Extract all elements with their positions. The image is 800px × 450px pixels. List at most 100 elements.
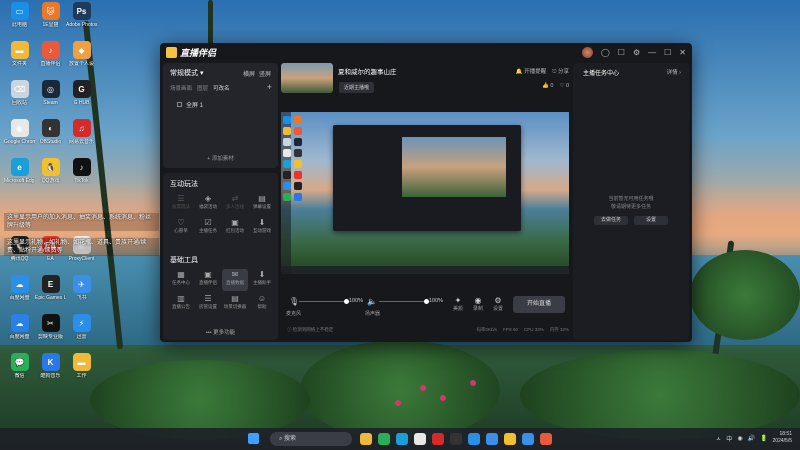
volume-icon[interactable]: 🔊	[748, 435, 755, 442]
explorer-icon[interactable]	[360, 433, 372, 445]
douyin-icon[interactable]	[504, 433, 516, 445]
network-icon[interactable]: ◉	[737, 435, 742, 442]
desktop-icon[interactable]: E Epic Games Launcher	[35, 275, 66, 314]
tool-button[interactable]: ▥ 直播公告	[168, 293, 194, 315]
tool-button[interactable]: ☰ 投票玩法	[168, 193, 194, 215]
speaker-icon[interactable]: 🔈	[367, 297, 377, 306]
tab-scene[interactable]: 场景画面	[170, 84, 192, 92]
tool-button[interactable]: ◈ 福袋活动	[195, 193, 221, 215]
task-center-title: 主播任务中心	[583, 71, 620, 77]
room-cover-thumbnail[interactable]	[281, 63, 333, 93]
start-live-button[interactable]: 开始直播	[513, 296, 565, 313]
settings-icon[interactable]: ⚙	[633, 48, 640, 57]
close-button[interactable]: ✕	[679, 48, 686, 57]
windows-start-button[interactable]	[248, 433, 259, 444]
desktop-icon[interactable]: ✈ 飞书	[66, 275, 97, 314]
netease-icon[interactable]	[432, 433, 444, 445]
room-name[interactable]: 夏和威尔的趣事山庄	[338, 66, 397, 76]
desktop-icon[interactable]: ♪ TikTok	[66, 158, 97, 197]
settings-button[interactable]: ⚙ 设置	[493, 296, 503, 312]
desktop-icon[interactable]: Ps Adobe Photoshop	[66, 2, 97, 41]
tool-button[interactable]: ✉ 直播数据	[222, 269, 248, 291]
tool-button[interactable]: ▦ 任务中心	[168, 269, 194, 291]
desktop-icon[interactable]: ▭ 此电脑	[4, 2, 35, 41]
mic-volume-slider[interactable]	[299, 299, 349, 304]
task-center-details-link[interactable]: 详情 ›	[667, 68, 681, 76]
desktop-icon[interactable]: ▬ 文件夹	[4, 41, 35, 80]
portrait-toggle[interactable]: 竖屏	[259, 69, 271, 78]
desktop-icon[interactable]: e Microsoft Edge	[4, 158, 35, 197]
live-preview[interactable]	[281, 112, 569, 274]
battery-icon[interactable]: 🔋	[760, 435, 767, 442]
tool-button[interactable]: ▤ 场景切换器	[222, 293, 248, 315]
message-icon[interactable]: ☐	[618, 48, 625, 57]
desktop-icon[interactable]: ◐ OBStudio	[35, 119, 66, 158]
minimize-button[interactable]: —	[648, 48, 656, 57]
more-features-button[interactable]: ••• 更多功能	[163, 328, 278, 336]
tab-rename[interactable]: 可改名	[213, 84, 230, 92]
desktop-icon[interactable]: G G HUB	[66, 80, 97, 119]
tool-button[interactable]: ♡ 心愿单	[168, 217, 194, 239]
app-icon: ▭	[10, 2, 29, 20]
add-source-button[interactable]: + 添加素材	[163, 154, 278, 162]
tool-label: 直播数据	[226, 280, 244, 285]
checkbox-icon[interactable]	[177, 102, 182, 107]
tool-button[interactable]: ▣ 直播伴侣	[195, 269, 221, 291]
tool-button[interactable]: ⬇ 主播助手	[249, 269, 275, 291]
desktop-icon[interactable]: ◎ Steam	[35, 80, 66, 119]
ime-indicator[interactable]: 中	[726, 434, 732, 443]
desktop-icon[interactable]: ◉ Google Chrome	[4, 119, 35, 158]
scene-item[interactable]: 全屏 1	[177, 100, 203, 109]
beauty-button[interactable]: ✦ 美颜	[453, 296, 463, 312]
avatar[interactable]	[581, 47, 593, 58]
qq-icon[interactable]	[486, 433, 498, 445]
record-button[interactable]: ◉ 录制	[473, 296, 483, 312]
desktop-icon[interactable]: ▬ 工作	[66, 353, 97, 392]
desktop-icon[interactable]: ☁ 百度网盘	[4, 314, 35, 353]
task-settings-button[interactable]: 设置	[634, 216, 668, 225]
desktop-icon[interactable]: ♪ 直播伴侣	[35, 41, 66, 80]
clock[interactable]: 18:51 2024/5/5	[773, 431, 792, 445]
share-button[interactable]: ⎋ 分享	[552, 67, 569, 76]
baidu-icon[interactable]	[468, 433, 480, 445]
mode-dropdown[interactable]: 常规模式 ▾	[170, 68, 203, 78]
desktop-icon[interactable]: 🐱 1E显猫	[35, 2, 66, 41]
taskbar-search[interactable]: ⌕ 搜索	[270, 432, 352, 446]
tool-button[interactable]: ▣ 红包活动	[222, 217, 248, 239]
desktop-icon[interactable]: ⌫ 回收站	[4, 80, 35, 119]
desktop-icon[interactable]: K 酷狗音乐	[35, 353, 66, 392]
microphone-icon[interactable]: 🎙	[289, 297, 299, 306]
add-scene-button[interactable]: +	[267, 82, 272, 92]
tool-button[interactable]: ☰ 房管设置	[195, 293, 221, 315]
feishu-icon[interactable]	[522, 433, 534, 445]
desktop-icon[interactable]: ♫ 网易云音乐	[66, 119, 97, 158]
maximize-button[interactable]: ☐	[664, 48, 671, 57]
wechat-icon[interactable]	[378, 433, 390, 445]
desktop-icon[interactable]: 🐧 QQ游戏	[35, 158, 66, 197]
tool-button[interactable]: ⬇ 互动游戏	[249, 217, 275, 239]
tab-layer[interactable]: 图层	[197, 84, 208, 92]
do-task-button[interactable]: 去做任务	[594, 216, 628, 225]
edge-icon[interactable]	[396, 433, 408, 445]
tray-expand-icon[interactable]: ㅅ	[716, 434, 722, 443]
live-icon[interactable]	[540, 433, 552, 445]
desktop-icon[interactable]: ⚡ 迅雷	[66, 314, 97, 353]
desktop-icon[interactable]: ☁ 百度网盘	[4, 275, 35, 314]
landscape-toggle[interactable]: 横屏	[243, 69, 255, 78]
basic-tools-title: 基础工具	[170, 257, 198, 264]
tool-button[interactable]: ▤ 弹幕设置	[249, 193, 275, 215]
room-tag-button[interactable]: 近期主播哦	[339, 82, 375, 93]
tool-button[interactable]: ⇄ 多人连线	[222, 193, 248, 215]
chrome-icon[interactable]	[414, 433, 426, 445]
desktop-icon[interactable]: 💬 微信	[4, 353, 35, 392]
headset-icon[interactable]: ◯	[601, 48, 610, 57]
notion-icon[interactable]	[450, 433, 462, 445]
desktop-icon-label: 飞书	[76, 295, 87, 301]
tool-label: 心愿单	[174, 228, 188, 233]
desktop-icon[interactable]: ✂ 剪映专业版	[35, 314, 66, 353]
live-reminder-button[interactable]: 🔔 开播提醒	[516, 67, 546, 76]
desktop-icon[interactable]: ◆ 放置个人设	[66, 41, 97, 80]
tool-button[interactable]: ☑ 主播任务	[195, 217, 221, 239]
speaker-volume-slider[interactable]	[379, 299, 429, 304]
tool-button[interactable]: ☺ 帮助	[249, 293, 275, 315]
